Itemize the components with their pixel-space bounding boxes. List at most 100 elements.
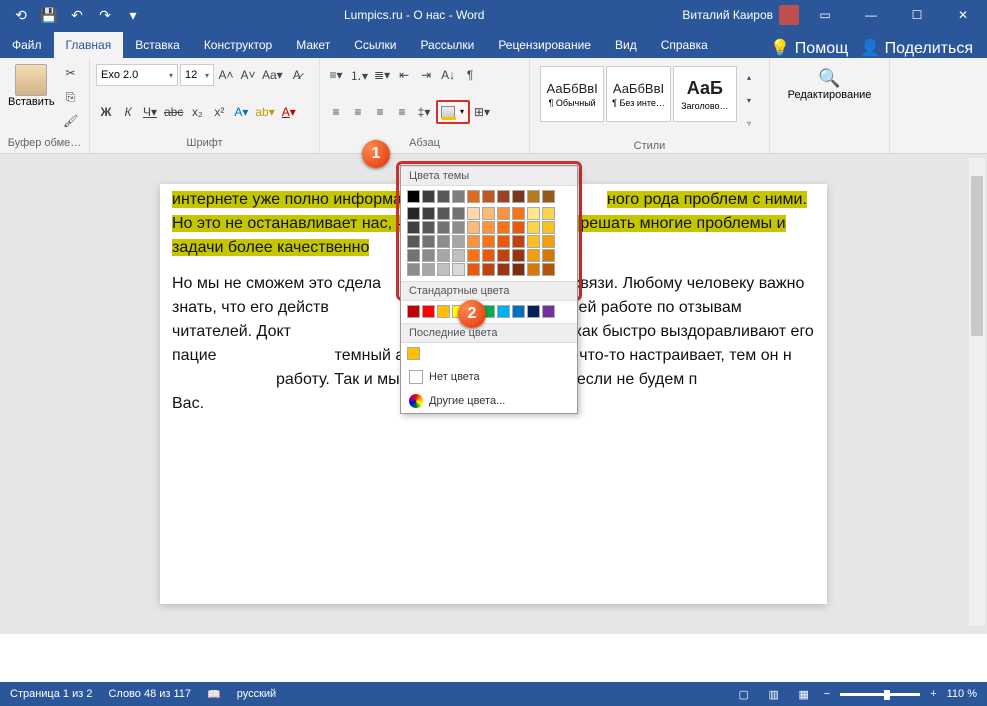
color-swatch[interactable] <box>482 263 495 276</box>
undo-icon[interactable]: ↶ <box>64 2 90 28</box>
zoom-in-icon[interactable]: + <box>930 688 936 700</box>
multilevel-icon[interactable]: ≣▾ <box>372 64 392 86</box>
tell-me[interactable]: 💡 Помощ <box>770 38 848 58</box>
ribbon-options-icon[interactable]: ▭ <box>805 0 845 30</box>
borders-icon[interactable]: ⊞▾ <box>472 101 492 123</box>
maximize-icon[interactable]: ☐ <box>897 0 937 30</box>
scrollbar-thumb[interactable] <box>971 176 983 336</box>
redo-icon[interactable]: ↷ <box>92 2 118 28</box>
font-size-combo[interactable]: 12▾ <box>180 64 214 86</box>
color-swatch[interactable] <box>542 305 555 318</box>
bold-button[interactable]: Ж <box>96 101 116 123</box>
color-swatch[interactable] <box>512 305 525 318</box>
color-swatch[interactable] <box>497 190 510 203</box>
format-painter-icon[interactable]: 🖌 <box>61 110 81 132</box>
color-swatch[interactable] <box>407 263 420 276</box>
tab-layout[interactable]: Макет <box>284 32 342 58</box>
superscript-button[interactable]: x² <box>209 101 229 123</box>
color-swatch[interactable] <box>497 207 510 220</box>
color-swatch[interactable] <box>422 221 435 234</box>
color-swatch[interactable] <box>512 207 525 220</box>
color-swatch[interactable] <box>497 221 510 234</box>
tab-view[interactable]: Вид <box>603 32 649 58</box>
color-swatch[interactable] <box>542 207 555 220</box>
color-swatch[interactable] <box>482 235 495 248</box>
font-name-combo[interactable]: Exo 2.0▾ <box>96 64 178 86</box>
align-left-icon[interactable]: ≡ <box>326 101 346 123</box>
color-swatch[interactable] <box>422 249 435 262</box>
copy-icon[interactable]: ⎘ <box>61 86 81 108</box>
subscript-button[interactable]: x₂ <box>187 101 207 123</box>
color-swatch[interactable] <box>467 207 480 220</box>
print-layout-icon[interactable]: ▥ <box>764 686 784 702</box>
close-icon[interactable]: ✕ <box>943 0 983 30</box>
color-swatch[interactable] <box>527 249 540 262</box>
color-swatch[interactable] <box>527 263 540 276</box>
color-swatch[interactable] <box>437 249 450 262</box>
change-case-icon[interactable]: Aa▾ <box>260 64 285 86</box>
color-swatch[interactable] <box>407 249 420 262</box>
color-swatch[interactable] <box>437 207 450 220</box>
tab-mailings[interactable]: Рассылки <box>408 32 486 58</box>
color-swatch[interactable] <box>407 235 420 248</box>
color-swatch[interactable] <box>437 263 450 276</box>
color-swatch[interactable] <box>527 207 540 220</box>
text-effects-icon[interactable]: A▾ <box>231 101 251 123</box>
color-swatch[interactable] <box>527 235 540 248</box>
color-swatch[interactable] <box>467 221 480 234</box>
save-icon[interactable]: 💾 <box>36 2 62 28</box>
styles-more-icon[interactable]: ▿ <box>739 112 759 134</box>
decrease-indent-icon[interactable]: ⇤ <box>394 64 414 86</box>
color-swatch[interactable] <box>482 207 495 220</box>
styles-scroll-down-icon[interactable]: ▾ <box>739 89 759 111</box>
color-swatch[interactable] <box>467 263 480 276</box>
color-swatch[interactable] <box>437 221 450 234</box>
color-swatch[interactable] <box>422 190 435 203</box>
color-swatch[interactable] <box>482 190 495 203</box>
color-swatch[interactable] <box>437 305 450 318</box>
color-swatch[interactable] <box>407 221 420 234</box>
tab-design[interactable]: Конструктор <box>192 32 284 58</box>
italic-button[interactable]: К <box>118 101 138 123</box>
word-count[interactable]: Слово 48 из 117 <box>108 688 191 701</box>
style-heading[interactable]: АаБ Заголово… <box>673 66 737 122</box>
grow-font-icon[interactable]: A˄ <box>216 64 236 86</box>
color-swatch[interactable] <box>407 207 420 220</box>
align-center-icon[interactable]: ≡ <box>348 101 368 123</box>
color-swatch[interactable] <box>467 235 480 248</box>
tab-help[interactable]: Справка <box>649 32 720 58</box>
more-colors-item[interactable]: Другие цвета... <box>401 389 577 413</box>
color-swatch[interactable] <box>452 235 465 248</box>
paste-button[interactable]: Вставить <box>6 62 57 132</box>
numbering-icon[interactable]: ⒈▾ <box>348 64 370 86</box>
color-swatch[interactable] <box>497 249 510 262</box>
color-swatch[interactable] <box>422 305 435 318</box>
color-swatch[interactable] <box>452 207 465 220</box>
color-swatch[interactable] <box>482 249 495 262</box>
read-mode-icon[interactable]: ▢ <box>734 686 754 702</box>
user-avatar-icon[interactable] <box>779 5 799 25</box>
color-swatch[interactable] <box>422 207 435 220</box>
styles-scroll-up-icon[interactable]: ▴ <box>739 66 759 88</box>
color-swatch[interactable] <box>437 235 450 248</box>
line-spacing-icon[interactable]: ‡▾ <box>414 101 434 123</box>
color-swatch[interactable] <box>407 305 420 318</box>
color-swatch[interactable] <box>527 305 540 318</box>
qat-dropdown-icon[interactable]: ▾ <box>120 2 146 28</box>
color-swatch[interactable] <box>467 190 480 203</box>
zoom-level[interactable]: 110 % <box>947 688 977 700</box>
style-normal[interactable]: АаБбВвІ ¶ Обычный <box>540 66 604 122</box>
tab-insert[interactable]: Вставка <box>123 32 192 58</box>
color-swatch[interactable] <box>452 190 465 203</box>
color-swatch[interactable] <box>512 249 525 262</box>
language-indicator[interactable]: русский <box>237 688 276 701</box>
color-swatch[interactable] <box>482 221 495 234</box>
web-layout-icon[interactable]: ▦ <box>794 686 814 702</box>
show-marks-icon[interactable]: ¶ <box>460 64 480 86</box>
color-swatch[interactable] <box>542 235 555 248</box>
no-color-item[interactable]: Нет цвета <box>401 365 577 389</box>
autosave-icon[interactable]: ⟲ <box>8 2 34 28</box>
color-swatch[interactable] <box>512 221 525 234</box>
color-swatch[interactable] <box>527 221 540 234</box>
shrink-font-icon[interactable]: A˅ <box>238 64 258 86</box>
